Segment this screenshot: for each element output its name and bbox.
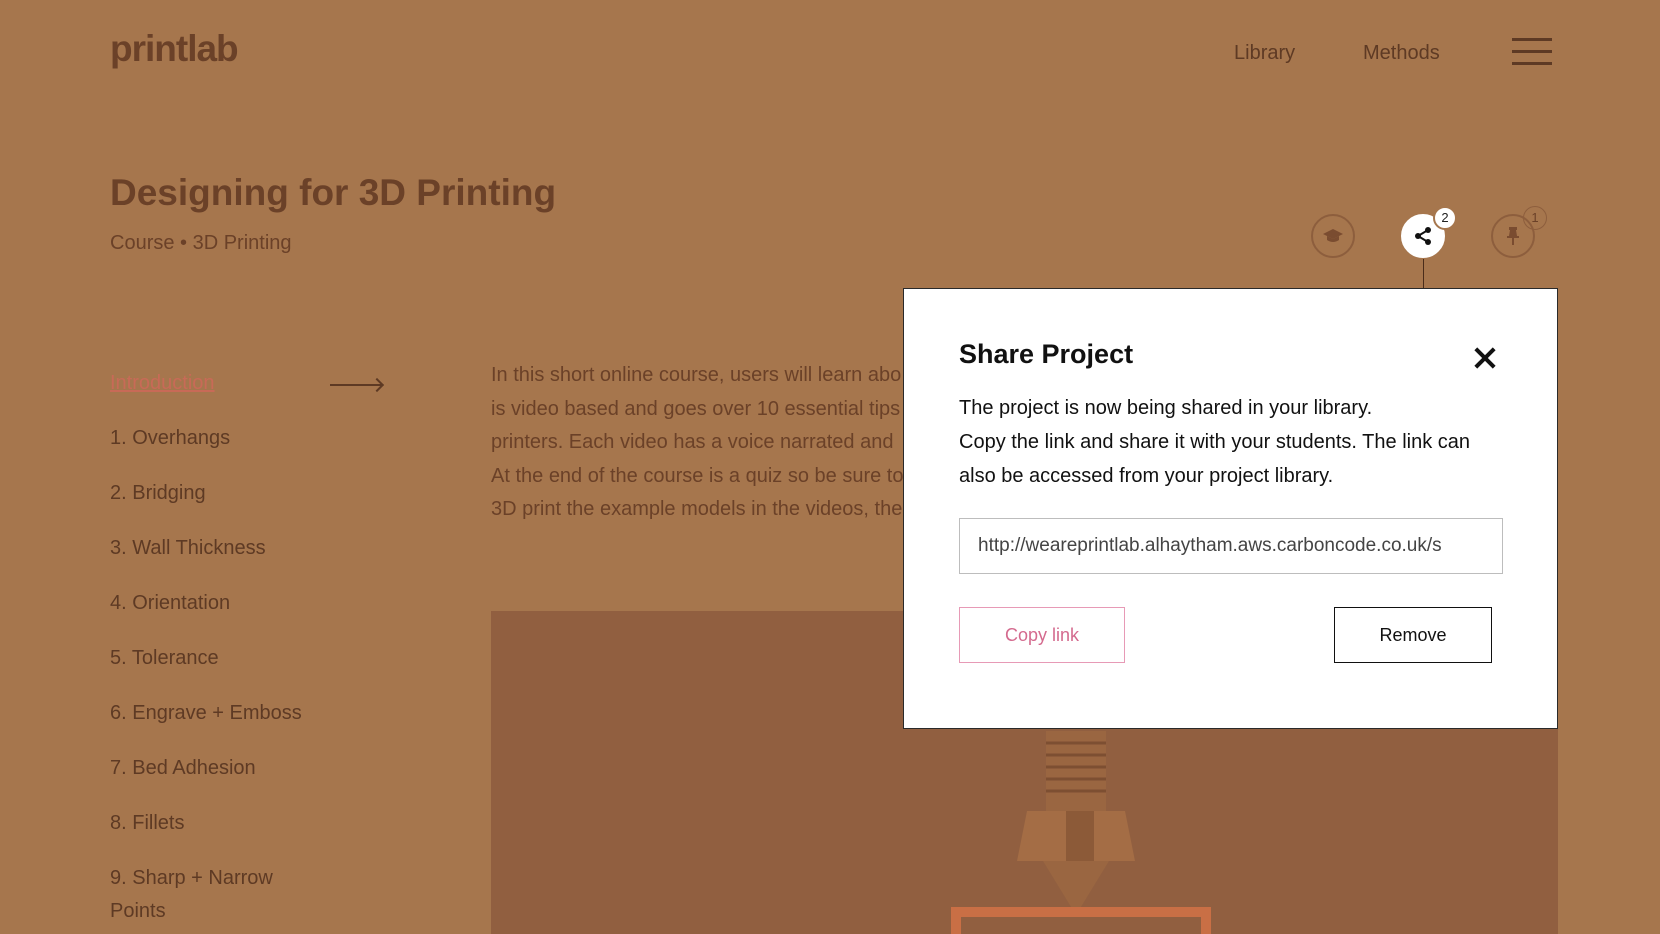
close-icon[interactable] — [1474, 347, 1496, 369]
page-title: Designing for 3D Printing — [110, 172, 557, 213]
copy-link-button[interactable]: Copy link — [959, 607, 1125, 663]
intro-line: In this short online course, users will … — [491, 364, 902, 386]
sidebar-item-tolerance[interactable]: 5. Tolerance — [110, 647, 219, 670]
printlab-logo[interactable]: printlab — [110, 28, 239, 70]
pin-button[interactable]: 1 — [1491, 206, 1547, 258]
share-popover-connector — [1423, 259, 1424, 289]
intro-line: printers. Each video has a voice narrate… — [491, 431, 894, 453]
dialog-message-line: also be accessed from your project libra… — [959, 465, 1334, 487]
sidebar-item-fillets[interactable]: 8. Fillets — [110, 812, 184, 835]
dialog-message-line: Copy the link and share it with your stu… — [959, 431, 1471, 453]
dialog-title: Share Project — [959, 339, 1134, 369]
arrow-right-icon — [330, 384, 382, 386]
share-count-badge: 2 — [1433, 206, 1457, 230]
sidebar-item-sharp-narrow[interactable]: 9. Sharp + Narrow — [110, 867, 273, 890]
share-link-field[interactable] — [959, 518, 1503, 574]
pin-count-badge: 1 — [1523, 206, 1547, 230]
page-subtitle: Course • 3D Printing — [110, 232, 292, 254]
sidebar-item-overhangs[interactable]: 1. Overhangs — [110, 427, 230, 450]
sidebar-item-sharp-narrow-cont[interactable]: Points — [110, 900, 166, 923]
share-button[interactable]: 2 — [1401, 206, 1457, 258]
sidebar-item-bridging[interactable]: 2. Bridging — [110, 482, 206, 505]
hamburger-menu-icon[interactable] — [1512, 38, 1552, 68]
nav-link-methods[interactable]: Methods — [1363, 42, 1440, 65]
intro-line: 3D print the example models in the video… — [491, 498, 903, 520]
sidebar-item-orientation[interactable]: 4. Orientation — [110, 592, 230, 615]
course-button[interactable] — [1311, 214, 1355, 258]
intro-line: At the end of the course is a quiz so be… — [491, 465, 904, 487]
sidebar-item-engrave-emboss[interactable]: 6. Engrave + Emboss — [110, 702, 302, 725]
sidebar-item-introduction[interactable]: Introduction — [110, 372, 215, 395]
pin-icon — [1507, 227, 1519, 245]
intro-line: is video based and goes over 10 essentia… — [491, 398, 901, 420]
nav-link-library[interactable]: Library — [1234, 42, 1295, 65]
sidebar-item-bed-adhesion[interactable]: 7. Bed Adhesion — [110, 757, 256, 780]
graduation-cap-icon — [1323, 229, 1343, 242]
share-project-dialog: Share Project The project is now being s… — [903, 288, 1558, 729]
sidebar-item-wall-thickness[interactable]: 3. Wall Thickness — [110, 537, 266, 560]
share-icon — [1415, 227, 1431, 245]
remove-share-button[interactable]: Remove — [1334, 607, 1492, 663]
dialog-message-line: The project is now being shared in your … — [959, 397, 1373, 419]
